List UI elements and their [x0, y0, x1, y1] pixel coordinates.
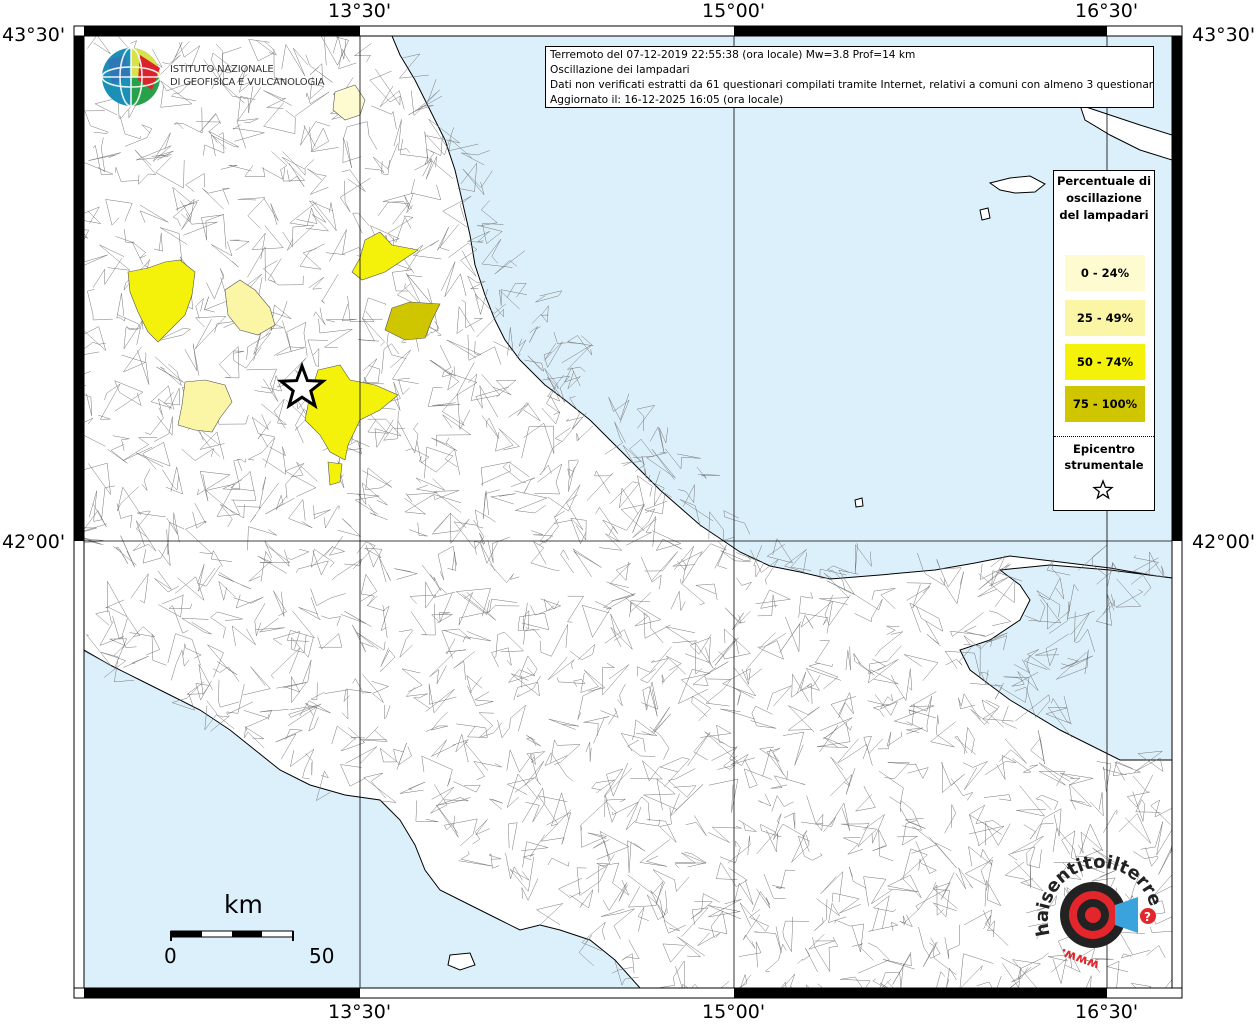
- municipality-50-74: [327, 461, 343, 486]
- event-title: Terremoto del 07-12-2019 22:55:38 (ora l…: [550, 49, 916, 61]
- legend-item-75-100: 75 - 100%: [1065, 386, 1145, 422]
- event-subtitle: Oscillazione dei lampadari: [550, 64, 690, 76]
- ingv-name-line2: DI GEOFISICA E VULCANOLOGIA: [170, 77, 325, 88]
- island: [854, 497, 864, 508]
- ingv-logo-icon: [101, 47, 161, 107]
- coord-bottom-15-00: 15°00': [702, 1001, 766, 1023]
- legend-divider: [1054, 436, 1154, 437]
- event-info-box: Terremoto del 07-12-2019 22:55:38 (ora l…: [545, 46, 1154, 108]
- event-updated: Aggiornato il: 16-12-2025 16:05 (ora loc…: [550, 94, 784, 106]
- scale-min: 0: [164, 944, 177, 968]
- legend-epicenter-label: Epicentro strumentale: [1064, 442, 1144, 472]
- legend-title: Percentuale di oscillazione del lampadar…: [1056, 174, 1152, 222]
- coord-right-43-30: 43°30': [1192, 24, 1256, 46]
- legend-item-0-24: 0 - 24%: [1065, 255, 1145, 291]
- legend-item-25-49: 25 - 49%: [1065, 300, 1145, 336]
- coord-left-43-30: 43°30': [2, 24, 66, 46]
- scale-max: 50: [309, 944, 335, 968]
- legend-star-icon: [1092, 479, 1114, 500]
- coord-top-15-00: 15°00': [702, 0, 766, 22]
- coord-bottom-16-30: 16°30': [1075, 1001, 1139, 1023]
- watermark-question: ?: [1144, 910, 1151, 924]
- island: [979, 207, 991, 221]
- legend: Percentuale di oscillazione del lampadar…: [1053, 170, 1155, 511]
- ingv-name-line1: ISTITUTO NAZIONALE: [170, 64, 274, 75]
- coord-right-42-00: 42°00': [1192, 531, 1256, 553]
- event-data-note: Dati non verificati estratti da 61 quest…: [550, 79, 1154, 91]
- coord-top-16-30: 16°30': [1075, 0, 1139, 22]
- coord-top-13-30: 13°30': [328, 0, 392, 22]
- scale-unit: km: [224, 890, 263, 919]
- coord-left-42-00: 42°00': [2, 531, 66, 553]
- map: haisentitoilterremoto.it www. ?: [0, 0, 1183, 999]
- legend-item-50-74: 50 - 74%: [1065, 344, 1145, 380]
- coord-bottom-13-30: 13°30': [328, 1001, 392, 1023]
